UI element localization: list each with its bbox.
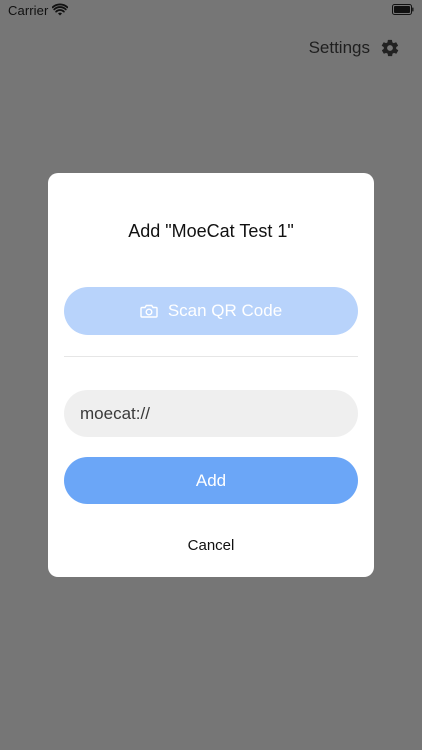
- add-button-label: Add: [195, 470, 227, 490]
- add-button[interactable]: Add: [64, 457, 358, 504]
- divider: [64, 356, 358, 357]
- settings-button[interactable]: Settings: [309, 36, 400, 60]
- gear-icon: [381, 39, 399, 57]
- scan-qr-code-label: Scan QR Code: [167, 301, 283, 320]
- camera-icon: [140, 304, 158, 318]
- dialog-title: Add "MoeCat Test 1": [128, 221, 294, 241]
- cancel-button-label: Cancel: [187, 537, 235, 554]
- url-input[interactable]: moecat://: [64, 390, 358, 437]
- wifi-icon: [52, 3, 68, 16]
- carrier-label: Carrier: [8, 3, 49, 18]
- battery-icon: [392, 4, 414, 15]
- add-dialog: Add "MoeCat Test 1" Scan QR Code moecat:…: [48, 173, 374, 577]
- cancel-button[interactable]: Cancel: [48, 537, 374, 554]
- scan-qr-code-button[interactable]: Scan QR Code: [64, 287, 358, 335]
- url-input-value: moecat://: [80, 403, 150, 423]
- settings-label: Settings: [308, 38, 370, 57]
- status-bar: Carrier: [0, 0, 422, 22]
